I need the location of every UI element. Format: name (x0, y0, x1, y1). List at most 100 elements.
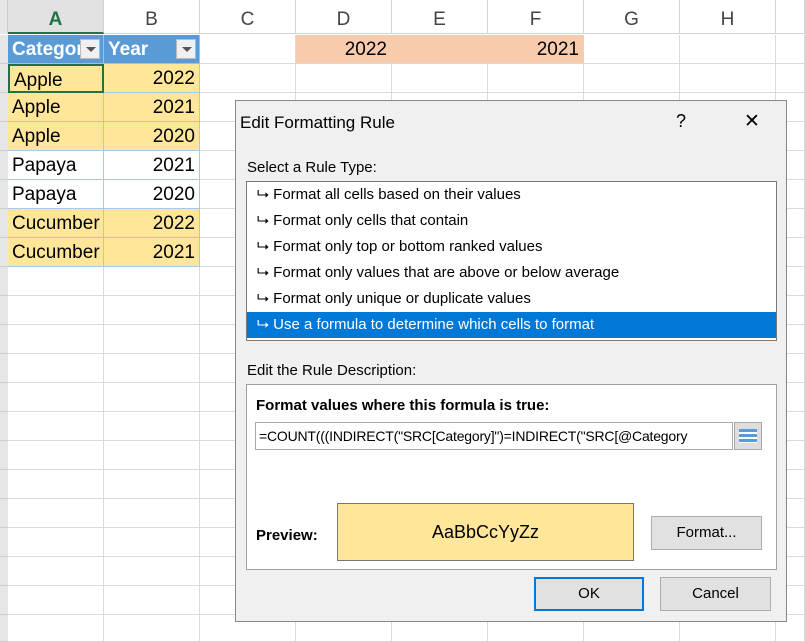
help-button[interactable]: ? (676, 111, 686, 132)
row-header[interactable] (0, 267, 8, 296)
row-header[interactable] (0, 528, 8, 557)
row-header[interactable] (0, 325, 8, 354)
cell-D2[interactable] (296, 64, 392, 93)
cell-B1[interactable]: Year (104, 35, 200, 64)
rule-type-item[interactable]: ⮡ Format only cells that contain (247, 208, 776, 234)
cell-G1[interactable] (584, 35, 680, 64)
cell-C2[interactable] (200, 64, 296, 93)
cell-B8[interactable]: 2021 (104, 238, 200, 267)
row-header[interactable] (0, 499, 8, 528)
row-header[interactable] (0, 296, 8, 325)
row-header[interactable] (0, 122, 8, 151)
rule-type-item[interactable]: ⮡ Format only top or bottom ranked value… (247, 234, 776, 260)
cell-B3[interactable]: 2021 (104, 93, 200, 122)
cell-A11[interactable] (8, 325, 104, 354)
cell-A16[interactable] (8, 470, 104, 499)
cell-B21[interactable] (104, 615, 200, 642)
range-selector-icon[interactable] (734, 422, 762, 450)
cell-A5[interactable]: Papaya (8, 151, 104, 180)
cell-E1[interactable] (392, 35, 488, 64)
close-icon[interactable]: ✕ (744, 110, 760, 133)
cell-B19[interactable] (104, 557, 200, 586)
filter-dropdown-icon[interactable] (80, 39, 100, 59)
cell-A9[interactable] (8, 267, 104, 296)
cell-A21[interactable] (8, 615, 104, 642)
cell-A4[interactable]: Apple (8, 122, 104, 151)
cell-A10[interactable] (8, 296, 104, 325)
cell-H1[interactable] (680, 35, 776, 64)
row-header[interactable] (0, 470, 8, 499)
cell-D1[interactable]: 2022 (296, 35, 392, 64)
cell-B9[interactable] (104, 267, 200, 296)
cell-B16[interactable] (104, 470, 200, 499)
cell-I1[interactable] (776, 35, 805, 64)
rule-type-item[interactable]: ⮡ Format only values that are above or b… (247, 260, 776, 286)
row-header[interactable] (0, 615, 8, 642)
rule-type-item[interactable]: ⮡ Use a formula to determine which cells… (247, 312, 776, 338)
format-button[interactable]: Format... (651, 516, 762, 550)
cell-A3[interactable]: Apple (8, 93, 104, 122)
cell-B2[interactable]: 2022 (104, 64, 200, 93)
row-header[interactable] (0, 151, 8, 180)
cell-B11[interactable] (104, 325, 200, 354)
cell-A15[interactable] (8, 441, 104, 470)
cell-A1[interactable]: Category (8, 35, 104, 64)
cell-A12[interactable] (8, 354, 104, 383)
row-header[interactable] (0, 64, 8, 93)
cell-F1[interactable]: 2021 (488, 35, 584, 64)
column-header-partial[interactable] (776, 0, 805, 34)
cell-F2[interactable] (488, 64, 584, 93)
cell-H2[interactable] (680, 64, 776, 93)
column-header-B[interactable]: B (104, 0, 200, 34)
ok-button[interactable]: OK (534, 577, 644, 611)
row-header[interactable] (0, 180, 8, 209)
formula-input[interactable]: =COUNT(((INDIRECT("SRC[Category]")=INDIR… (255, 422, 733, 450)
row-header[interactable] (0, 238, 8, 267)
row-header[interactable] (0, 35, 8, 64)
row-header[interactable] (0, 354, 8, 383)
row-header[interactable] (0, 412, 8, 441)
cell-I2[interactable] (776, 64, 805, 93)
cell-B12[interactable] (104, 354, 200, 383)
cell-B6[interactable]: 2020 (104, 180, 200, 209)
rule-type-item[interactable]: ⮡ Format only unique or duplicate values (247, 286, 776, 312)
cell-B10[interactable] (104, 296, 200, 325)
rule-type-list[interactable]: ⮡ Format all cells based on their values… (246, 181, 777, 341)
cell-B4[interactable]: 2020 (104, 122, 200, 151)
cell-A7[interactable]: Cucumber (8, 209, 104, 238)
row-header[interactable] (0, 441, 8, 470)
cell-E2[interactable] (392, 64, 488, 93)
cell-A8[interactable]: Cucumber (8, 238, 104, 267)
column-header-C[interactable]: C (200, 0, 296, 34)
cancel-button[interactable]: Cancel (660, 577, 771, 611)
column-header-A[interactable]: A (8, 0, 104, 34)
column-header-E[interactable]: E (392, 0, 488, 34)
row-header[interactable] (0, 586, 8, 615)
cell-A20[interactable] (8, 586, 104, 615)
cell-B20[interactable] (104, 586, 200, 615)
column-header-G[interactable]: G (584, 0, 680, 34)
cell-B14[interactable] (104, 412, 200, 441)
select-all-corner[interactable] (0, 0, 8, 34)
column-header-F[interactable]: F (488, 0, 584, 34)
column-header-D[interactable]: D (296, 0, 392, 34)
cell-B18[interactable] (104, 528, 200, 557)
row-header[interactable] (0, 209, 8, 238)
cell-A14[interactable] (8, 412, 104, 441)
column-header-H[interactable]: H (680, 0, 776, 34)
cell-A18[interactable] (8, 528, 104, 557)
cell-A17[interactable] (8, 499, 104, 528)
cell-C1[interactable] (200, 35, 296, 64)
filter-dropdown-icon[interactable] (176, 39, 196, 59)
cell-B7[interactable]: 2022 (104, 209, 200, 238)
row-header[interactable] (0, 93, 8, 122)
cell-B13[interactable] (104, 383, 200, 412)
cell-A2[interactable]: Apple (8, 64, 104, 93)
rule-type-item[interactable]: ⮡ Format all cells based on their values (247, 182, 776, 208)
cell-G2[interactable] (584, 64, 680, 93)
cell-B5[interactable]: 2021 (104, 151, 200, 180)
cell-B17[interactable] (104, 499, 200, 528)
cell-B15[interactable] (104, 441, 200, 470)
row-header[interactable] (0, 557, 8, 586)
cell-A19[interactable] (8, 557, 104, 586)
